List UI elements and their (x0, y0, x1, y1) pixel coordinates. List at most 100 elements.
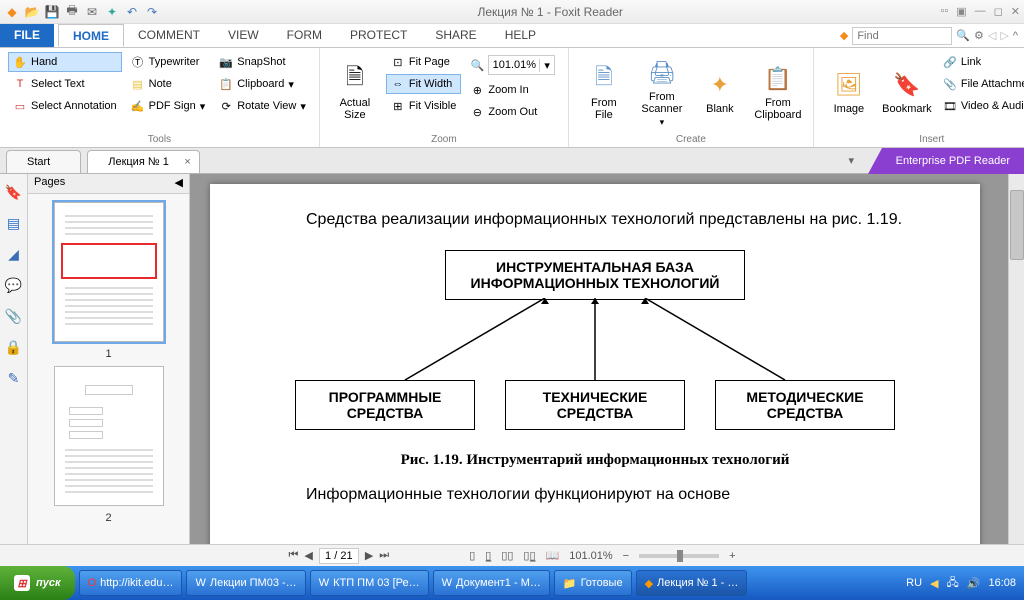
tab-help[interactable]: HELP (491, 24, 550, 47)
attachments-panel-icon[interactable]: 📎 (5, 308, 22, 325)
close-tab-icon[interactable]: × (184, 156, 190, 168)
bookmark-panel-icon[interactable]: 🔖 (5, 184, 22, 201)
blank-button[interactable]: ✦Blank (693, 52, 747, 132)
tab-share[interactable]: SHARE (421, 24, 490, 47)
zoom-out-button[interactable]: ⊖Zoom Out (465, 102, 560, 122)
fit-width-button[interactable]: ⇔Fit Width (386, 74, 461, 94)
menu-icon[interactable]: ▾ (848, 154, 854, 167)
zoom-level[interactable]: 🔍▾ (465, 52, 560, 78)
last-page-icon[interactable]: ⏭ (379, 549, 389, 562)
zoom-input[interactable] (489, 59, 539, 71)
taskbar-item[interactable]: WЛекции ПМ03 -… (186, 570, 305, 596)
search-app-icon[interactable]: ◆ (840, 29, 848, 42)
search-input[interactable] (852, 27, 952, 45)
save-icon[interactable]: 💾 (44, 4, 60, 20)
collapse-ribbon-icon[interactable]: ^ (1013, 30, 1018, 42)
maximize-icon[interactable]: ◻ (994, 5, 1003, 18)
sign-panel-icon[interactable]: ✎ (8, 370, 20, 387)
panel-collapse-icon[interactable]: ◀ (175, 176, 183, 191)
new-icon[interactable]: ✦ (104, 4, 120, 20)
doctab-start[interactable]: Start (6, 150, 81, 173)
zoom-slider[interactable] (639, 554, 719, 558)
typewriter-button[interactable]: ⓉTypewriter (126, 52, 211, 72)
select-annotation-button[interactable]: ▭Select Annotation (8, 96, 122, 116)
vertical-scrollbar[interactable] (1008, 174, 1024, 544)
minimize-icon[interactable]: — (975, 5, 986, 18)
view-facing-icon[interactable]: ▯▯ (501, 549, 513, 562)
fit-visible-button[interactable]: ⊞Fit Visible (386, 96, 461, 116)
start-button[interactable]: ⊞пуск (0, 566, 75, 600)
view-continuous-icon[interactable]: ▯̲ (485, 549, 491, 562)
fit-page-button[interactable]: ⊡Fit Page (386, 52, 461, 72)
rotate-view-button[interactable]: ⟳Rotate View ▾ (214, 96, 311, 116)
layers-panel-icon[interactable]: ◢ (8, 246, 19, 263)
chevron-down-icon[interactable]: ▾ (539, 59, 554, 72)
taskbar-item[interactable]: WДокумент1 - M… (433, 570, 550, 596)
view-single-icon[interactable]: ▯ (469, 549, 475, 562)
tray-expand-icon[interactable]: ◀ (930, 577, 938, 590)
file-attachment-button[interactable]: 📎File Attachment (938, 74, 1024, 94)
comments-panel-icon[interactable]: 💬 (5, 277, 22, 294)
from-clipboard-button[interactable]: 📋From Clipboard (751, 52, 805, 132)
lang-indicator[interactable]: RU (906, 577, 922, 589)
tab-protect[interactable]: PROTECT (336, 24, 421, 47)
view-book-icon[interactable]: 📖 (546, 549, 560, 562)
taskbar-item[interactable]: WКТП ПМ 03 [Ре… (310, 570, 429, 596)
clock[interactable]: 16:08 (988, 577, 1016, 589)
zoom-in-status-icon[interactable]: + (729, 550, 735, 562)
thumbnail-1[interactable] (54, 202, 164, 342)
tab-view[interactable]: VIEW (214, 24, 273, 47)
doctab-active[interactable]: Лекция № 1× (87, 150, 200, 173)
search-icon[interactable]: 🔍 (956, 29, 970, 42)
close-icon[interactable]: ✕ (1011, 5, 1020, 18)
from-file-button[interactable]: 🗎From File (577, 52, 631, 132)
taskbar-item[interactable]: ◆Лекция № 1 - … (636, 570, 748, 596)
word-icon: W (442, 577, 452, 589)
select-text-button[interactable]: TSelect Text (8, 74, 122, 94)
print-icon[interactable]: 🖶 (64, 4, 80, 20)
page-input[interactable] (319, 548, 359, 564)
image-button[interactable]: 🖼Image (822, 52, 876, 132)
redo-icon[interactable]: ↷ (144, 4, 160, 20)
zoom-out-status-icon[interactable]: − (623, 550, 629, 562)
note-button[interactable]: ▤Note (126, 74, 211, 94)
link-button[interactable]: 🔗Link (938, 52, 1024, 72)
thumbnail-2[interactable] (54, 366, 164, 506)
view-facing-cont-icon[interactable]: ▯▯̲ (523, 549, 535, 562)
open-icon[interactable]: 📂 (24, 4, 40, 20)
from-scanner-button[interactable]: 🖨From Scanner▾ (635, 52, 689, 132)
prev-page-icon[interactable]: ◀ (304, 549, 312, 562)
prev-result-icon[interactable]: ◁ (988, 29, 996, 42)
tab-home[interactable]: HOME (58, 24, 124, 47)
next-result-icon[interactable]: ▷ (1000, 29, 1008, 42)
bookmark-button[interactable]: 🔖Bookmark (880, 52, 934, 132)
tab-form[interactable]: FORM (273, 24, 336, 47)
ribbon-opts-icon[interactable]: ▣ (956, 5, 966, 18)
taskbar-item[interactable]: 📁Готовые (554, 570, 632, 596)
gear-icon[interactable]: ⚙ (974, 29, 984, 42)
tray-volume-icon[interactable]: 🔊 (967, 577, 981, 590)
snapshot-button[interactable]: 📷SnapShot (214, 52, 311, 72)
thumb-label-1: 1 (105, 348, 111, 360)
tab-file[interactable]: FILE (0, 24, 54, 47)
tab-comment[interactable]: COMMENT (124, 24, 214, 47)
mail-icon[interactable]: ✉ (84, 4, 100, 20)
clipboard-button[interactable]: 📋Clipboard ▾ (214, 74, 311, 94)
pages-panel-icon[interactable]: ▤ (7, 215, 20, 232)
zoom-in-button[interactable]: ⊕Zoom In (465, 80, 560, 100)
pdf-sign-button[interactable]: ✍PDF Sign ▾ (126, 96, 211, 116)
first-page-icon[interactable]: ⏮ (288, 549, 298, 562)
enterprise-banner[interactable]: Enterprise PDF Reader (882, 148, 1024, 174)
hand-button[interactable]: ✋Hand (8, 52, 122, 72)
next-page-icon[interactable]: ▶ (365, 549, 373, 562)
security-panel-icon[interactable]: 🔒 (5, 339, 22, 356)
actual-size-button[interactable]: 🗎 Actual Size (328, 52, 382, 132)
ribbon-min-icon[interactable]: ▫▫ (940, 5, 948, 18)
tray-network-icon[interactable]: 🖧 (947, 574, 959, 593)
foxit-icon: ◆ (645, 577, 653, 590)
scroll-thumb[interactable] (1010, 190, 1024, 260)
taskbar-item[interactable]: Ohttp://ikit.edu… (79, 570, 183, 596)
document-viewer[interactable]: Средства реализации информационных техно… (190, 174, 1024, 544)
video-audio-button[interactable]: 🎞Video & Audio (938, 96, 1024, 116)
undo-icon[interactable]: ↶ (124, 4, 140, 20)
